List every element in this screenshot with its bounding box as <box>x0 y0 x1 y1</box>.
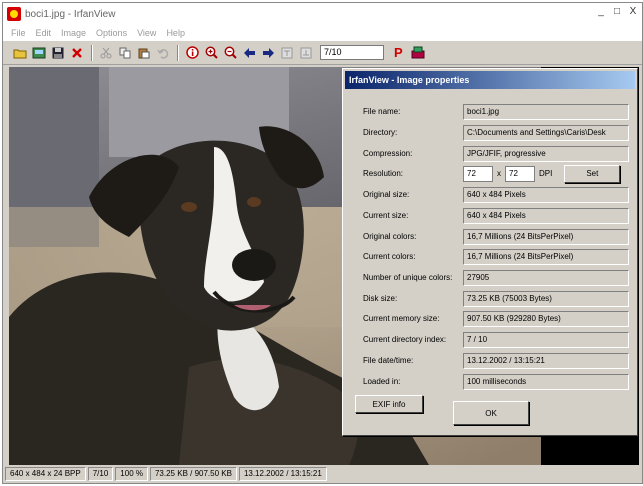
prop-label: Original colors: <box>363 232 417 241</box>
copy-icon[interactable] <box>116 44 134 62</box>
dialog-title[interactable]: IrfanView - Image properties <box>345 71 635 89</box>
prop-row-compression: Compression: JPG/JFIF, progressive <box>363 145 629 162</box>
prop-label: Disk size: <box>363 294 398 303</box>
prop-label: File name: <box>363 107 401 116</box>
zoom-in-icon[interactable] <box>202 44 220 62</box>
window-controls: _ □ X <box>594 6 640 19</box>
prop-row-original-size: Original size: 640 x 484 Pixels <box>363 186 629 203</box>
exif-info-button[interactable]: EXIF info <box>355 395 423 413</box>
prop-value: boci1.jpg <box>463 103 629 120</box>
save-icon[interactable] <box>49 44 67 62</box>
toolbar-separator <box>91 44 93 61</box>
prop-label: Number of unique colors: <box>363 273 453 282</box>
prop-row-file-name: File name: boci1.jpg <box>363 103 629 120</box>
resolution-unit: DPI <box>539 169 553 178</box>
properties-icon[interactable]: P <box>390 44 408 62</box>
undo-icon[interactable] <box>154 44 172 62</box>
menu-view[interactable]: View <box>137 28 156 38</box>
maximize-button[interactable]: □ <box>610 6 624 19</box>
status-datetime: 13.12.2002 / 13:15:21 <box>238 467 327 481</box>
delete-icon[interactable] <box>68 44 86 62</box>
first-icon[interactable] <box>278 44 296 62</box>
page-number-field[interactable]: 7/10 <box>320 45 384 60</box>
prop-value: C:\Documents and Settings\Caris\Desk <box>463 124 629 141</box>
prop-row-resolution: Resolution: 72 x 72 DPI Set <box>363 164 629 183</box>
prop-row-memory-size: Current memory size: 907.50 KB (929280 B… <box>363 310 629 327</box>
toolbar: 7/10 P <box>3 41 642 65</box>
prop-label: Original size: <box>363 190 410 199</box>
prop-label: Current colors: <box>363 252 416 261</box>
prop-label: File date/time: <box>363 356 414 365</box>
prop-label: Resolution: <box>363 169 404 178</box>
prop-row-original-colors: Original colors: 16,7 Millions (24 BitsP… <box>363 228 629 245</box>
prop-value: 640 x 484 Pixels <box>463 207 629 224</box>
prop-value: 7 / 10 <box>463 331 629 348</box>
status-file-sizes: 73.25 KB / 907.50 KB <box>149 467 237 481</box>
prop-value: 13.12.2002 / 13:15:21 <box>463 352 629 369</box>
status-bar: 640 x 484 x 24 BPP 7/10 100 % 73.25 KB /… <box>3 465 642 483</box>
prop-value: 907.50 KB (929280 Bytes) <box>463 310 629 327</box>
status-dimensions: 640 x 484 x 24 BPP <box>5 467 86 481</box>
menu-image[interactable]: Image <box>61 28 86 38</box>
irfanview-app-icon[interactable] <box>7 7 21 21</box>
open-folder-icon[interactable] <box>11 44 29 62</box>
resolution-separator: x <box>497 169 501 178</box>
prop-label: Current directory index: <box>363 335 447 344</box>
prop-value: JPG/JFIF, progressive <box>463 145 629 162</box>
prop-value: 73.25 KB (75003 Bytes) <box>463 290 629 307</box>
set-resolution-button[interactable]: Set <box>564 164 621 183</box>
menu-edit[interactable]: Edit <box>36 28 52 38</box>
title-bar[interactable]: boci1.jpg - IrfanView _ □ X <box>3 3 642 25</box>
prop-label: Loaded in: <box>363 377 401 386</box>
info-icon[interactable] <box>183 44 201 62</box>
resolution-x-input[interactable]: 72 <box>463 165 493 182</box>
prop-value: 16,7 Millions (24 BitsPerPixel) <box>463 248 629 265</box>
prop-label: Directory: <box>363 128 398 137</box>
prop-label: Compression: <box>363 149 413 158</box>
prop-row-file-datetime: File date/time: 13.12.2002 / 13:15:21 <box>363 352 629 369</box>
svg-text:P: P <box>394 46 403 59</box>
status-zoom: 100 % <box>115 467 148 481</box>
prop-row-current-colors: Current colors: 16,7 Millions (24 BitsPe… <box>363 248 629 265</box>
prop-value: 16,7 Millions (24 BitsPerPixel) <box>463 228 629 245</box>
prop-value: 27905 <box>463 269 629 286</box>
toolbar-separator <box>177 44 179 61</box>
cut-icon[interactable] <box>97 44 115 62</box>
resolution-y-input[interactable]: 72 <box>505 165 535 182</box>
image-properties-dialog: IrfanView - Image properties File name: … <box>342 68 638 436</box>
prop-row-directory-index: Current directory index: 7 / 10 <box>363 331 629 348</box>
menu-help[interactable]: Help <box>166 28 185 38</box>
status-position: 7/10 <box>87 467 114 481</box>
slideshow-icon[interactable] <box>409 44 427 62</box>
prop-label: Current size: <box>363 211 409 220</box>
window-title: boci1.jpg - IrfanView <box>25 8 116 20</box>
zoom-out-icon[interactable] <box>221 44 239 62</box>
prop-row-current-size: Current size: 640 x 484 Pixels <box>363 207 629 224</box>
ok-button[interactable]: OK <box>453 401 529 425</box>
prop-value: 100 milliseconds <box>463 373 629 390</box>
minimize-button[interactable]: _ <box>594 6 608 19</box>
menu-file[interactable]: File <box>11 28 26 38</box>
close-button[interactable]: X <box>626 6 640 19</box>
paste-icon[interactable] <box>135 44 153 62</box>
previous-icon[interactable] <box>240 44 258 62</box>
menu-options[interactable]: Options <box>96 28 127 38</box>
prop-row-unique-colors: Number of unique colors: 27905 <box>363 269 629 286</box>
prop-row-disk-size: Disk size: 73.25 KB (75003 Bytes) <box>363 290 629 307</box>
prop-label: Current memory size: <box>363 314 440 323</box>
next-icon[interactable] <box>259 44 277 62</box>
prop-row-loaded-in: Loaded in: 100 milliseconds <box>363 373 629 390</box>
thumbnails-icon[interactable] <box>30 44 48 62</box>
last-icon[interactable] <box>297 44 315 62</box>
prop-value: 640 x 484 Pixels <box>463 186 629 203</box>
prop-row-directory: Directory: C:\Documents and Settings\Car… <box>363 124 629 141</box>
menu-bar: File Edit Image Options View Help <box>3 25 642 41</box>
